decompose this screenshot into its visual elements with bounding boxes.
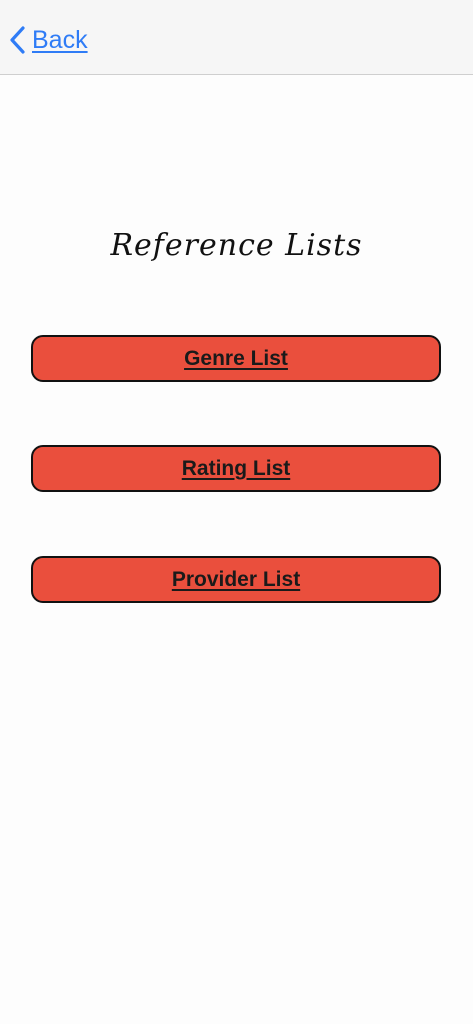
provider-list-button[interactable]: Provider List: [31, 556, 441, 603]
genre-list-button[interactable]: Genre List: [31, 335, 441, 382]
genre-list-label: Genre List: [184, 346, 288, 370]
rating-list-button[interactable]: Rating List: [31, 445, 441, 492]
back-button[interactable]: Back: [8, 22, 88, 58]
chevron-left-icon: [8, 25, 26, 55]
navigation-bar: Back: [0, 0, 473, 75]
back-label: Back: [32, 25, 88, 54]
provider-list-label: Provider List: [171, 567, 301, 591]
rating-list-label: Rating List: [181, 456, 291, 480]
page-title: Reference Lists: [110, 228, 363, 263]
